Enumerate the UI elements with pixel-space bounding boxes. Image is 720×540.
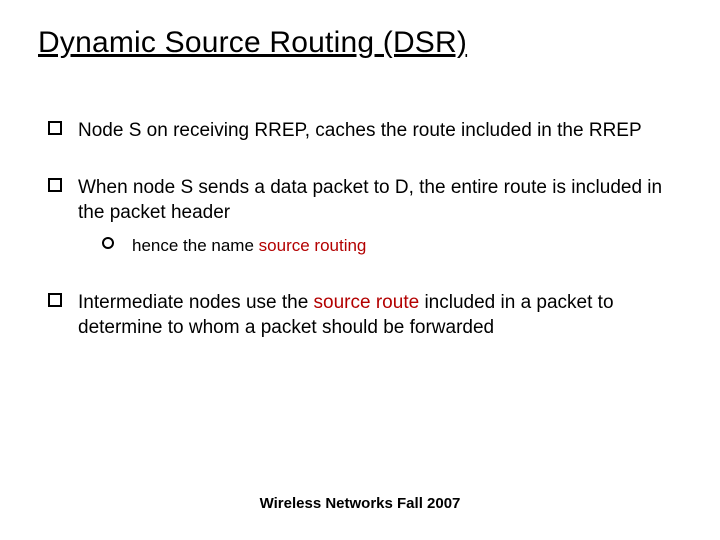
slide-body: Node S on receiving RREP, caches the rou… <box>48 118 676 372</box>
square-bullet-icon <box>48 178 62 192</box>
bullet-item: When node S sends a data packet to D, th… <box>48 175 676 258</box>
sub-bullet-text: hence the name <box>132 236 259 255</box>
circle-bullet-icon <box>102 237 114 249</box>
bullet-text-pre: Intermediate nodes use the <box>78 292 314 313</box>
slide-title: Dynamic Source Routing (DSR) <box>38 26 467 60</box>
highlight-text: source route <box>314 292 420 313</box>
bullet-item: Intermediate nodes use the source route … <box>48 290 676 340</box>
slide: Dynamic Source Routing (DSR) Node S on r… <box>0 0 720 540</box>
bullet-text: Node S on receiving RREP, caches the rou… <box>78 120 642 141</box>
sub-bullet-item: hence the name source routing <box>102 235 676 258</box>
bullet-item: Node S on receiving RREP, caches the rou… <box>48 118 676 143</box>
slide-footer: Wireless Networks Fall 2007 <box>0 495 720 512</box>
highlight-text: source routing <box>259 236 367 255</box>
bullet-text: When node S sends a data packet to D, th… <box>78 177 662 223</box>
square-bullet-icon <box>48 293 62 307</box>
square-bullet-icon <box>48 121 62 135</box>
